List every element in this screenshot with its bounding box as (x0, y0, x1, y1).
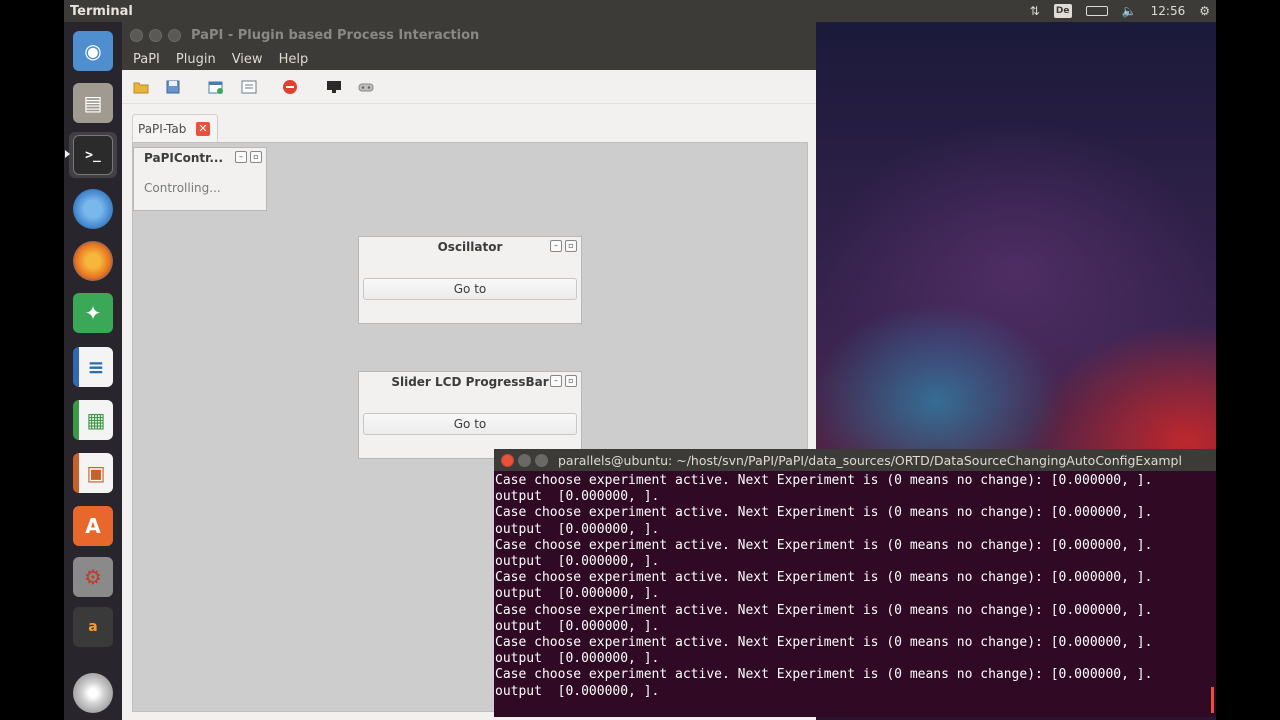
keyboard-layout-indicator[interactable]: De (1053, 4, 1072, 18)
dock-float-icon[interactable]: ▫ (565, 375, 577, 387)
terminal-minimize-button[interactable] (518, 453, 531, 467)
terminal-line: output [0.000000, ]. (495, 489, 660, 505)
dock-oscillator[interactable]: Oscillator – ▫ Go to (358, 236, 582, 324)
launcher-chromium[interactable] (69, 186, 117, 232)
calc-icon: ▦ (73, 400, 113, 440)
terminal-output[interactable]: Case choose experiment active. Next Expe… (494, 473, 1206, 700)
tab-close-icon[interactable]: ✕ (196, 122, 210, 136)
terminal-cursor (1211, 687, 1214, 713)
dock-papi-controller[interactable]: PaPIContr... – ▫ Controlling... (133, 147, 267, 211)
writer-icon: ≡ (73, 347, 113, 387)
dock-oscillator-title: Oscillator (437, 240, 503, 254)
launcher-calc[interactable]: ▦ (69, 397, 117, 443)
papi-close-button[interactable] (130, 28, 143, 42)
disk-icon (73, 673, 113, 713)
papi-toolbar (122, 70, 816, 104)
system-monitor-icon: ✦ (73, 293, 113, 333)
launcher-disk[interactable] (69, 670, 117, 716)
terminal-line: output [0.000000, ]. (495, 618, 660, 634)
overview-icon[interactable] (241, 79, 257, 95)
impress-icon: ▣ (73, 453, 113, 493)
terminal-line: output [0.000000, ]. (495, 651, 660, 667)
terminal-line: output [0.000000, ]. (495, 586, 660, 602)
slider-goto-button[interactable]: Go to (363, 413, 577, 435)
papi-minimize-button[interactable] (149, 28, 162, 42)
launcher-system-settings[interactable]: ⚙ (69, 554, 117, 600)
terminal-line: output [0.000000, ]. (495, 521, 660, 537)
dock-minimize-icon[interactable]: – (550, 375, 562, 387)
gamepad-icon[interactable] (358, 79, 374, 95)
clock[interactable]: 12:56 (1151, 4, 1186, 18)
launcher-files[interactable]: ▤ (69, 80, 117, 126)
dock-minimize-icon[interactable]: – (235, 151, 247, 163)
dock-minimize-icon[interactable]: – (550, 240, 562, 252)
monitor-icon[interactable] (326, 79, 342, 95)
active-app-title: Terminal (70, 3, 133, 19)
launcher-writer[interactable]: ≡ (69, 344, 117, 390)
terminal-maximize-button[interactable] (535, 453, 548, 467)
desktop: Terminal ⇅ De 🔈 12:56 ⚙ ◉ ▤ >_ ✦ ≡ ▦ ▣ A… (64, 0, 1216, 720)
launcher: ◉ ▤ >_ ✦ ≡ ▦ ▣ A ⚙ a (64, 22, 122, 720)
menu-papi[interactable]: PaPI (133, 52, 168, 67)
oscillator-goto-button[interactable]: Go to (363, 278, 577, 300)
save-icon[interactable] (165, 79, 181, 95)
launcher-impress[interactable]: ▣ (69, 450, 117, 496)
terminal-line: Case choose experiment active. Next Expe… (495, 473, 1153, 488)
controller-status-text: Controlling... (144, 181, 221, 195)
tab-papi-label: PaPI-Tab (138, 122, 187, 136)
chromium-icon (73, 189, 113, 229)
add-plugin-icon[interactable] (208, 79, 224, 95)
terminal-line: output [0.000000, ]. (495, 683, 660, 699)
menu-help[interactable]: Help (279, 52, 317, 67)
papi-window-title: PaPI - Plugin based Process Interaction (191, 27, 480, 43)
gear-icon[interactable]: ⚙ (1199, 4, 1210, 18)
terminal-line: Case choose experiment active. Next Expe… (495, 635, 1153, 651)
dock-slider-title: Slider LCD ProgressBar (391, 375, 549, 389)
software-center-icon: A (73, 506, 113, 546)
files-icon: ▤ (73, 83, 113, 123)
terminal-close-button[interactable] (501, 453, 514, 467)
top-panel: Terminal ⇅ De 🔈 12:56 ⚙ (64, 0, 1216, 22)
menu-plugin[interactable]: Plugin (176, 52, 224, 67)
stop-icon[interactable] (282, 79, 298, 95)
launcher-firefox[interactable] (69, 238, 117, 284)
terminal-line: Case choose experiment active. Next Expe… (495, 537, 1153, 553)
firefox-icon (73, 241, 113, 281)
settings-icon: ⚙ (73, 557, 113, 597)
launcher-dash-home[interactable]: ◉ (69, 28, 117, 74)
active-pip-icon (65, 150, 70, 158)
launcher-terminal[interactable]: >_ (65, 132, 117, 178)
network-icon[interactable]: ⇅ (1030, 4, 1040, 18)
dock-float-icon[interactable]: ▫ (250, 151, 262, 163)
papi-titlebar: PaPI - Plugin based Process Interaction (122, 22, 816, 48)
terminal-line: Case choose experiment active. Next Expe… (495, 505, 1153, 521)
menu-view[interactable]: View (232, 52, 271, 67)
ubuntu-logo-icon: ◉ (73, 31, 113, 71)
amazon-icon: a (73, 607, 113, 647)
indicator-area: ⇅ De 🔈 12:56 ⚙ (1030, 0, 1210, 22)
terminal-window[interactable]: parallels@ubuntu: ~/host/svn/PaPI/PaPI/d… (494, 449, 1216, 717)
launcher-software-center[interactable]: A (69, 503, 117, 549)
launcher-system-monitor[interactable]: ✦ (69, 290, 117, 336)
terminal-titlebar: parallels@ubuntu: ~/host/svn/PaPI/PaPI/d… (494, 449, 1216, 471)
papi-menubar: PaPI Plugin View Help (122, 48, 816, 70)
terminal-line: Case choose experiment active. Next Expe… (495, 570, 1153, 586)
dock-slider-lcd-progressbar[interactable]: Slider LCD ProgressBar – ▫ Go to (358, 371, 582, 459)
launcher-amazon[interactable]: a (69, 604, 117, 650)
terminal-title: parallels@ubuntu: ~/host/svn/PaPI/PaPI/d… (558, 452, 1182, 468)
open-folder-icon[interactable] (133, 79, 149, 95)
tab-papi[interactable]: PaPI-Tab ✕ (132, 114, 218, 142)
papi-maximize-button[interactable] (168, 28, 181, 42)
terminal-icon: >_ (73, 135, 113, 175)
terminal-line: Case choose experiment active. Next Expe… (495, 667, 1153, 683)
terminal-line: Case choose experiment active. Next Expe… (495, 602, 1153, 618)
dock-float-icon[interactable]: ▫ (565, 240, 577, 252)
terminal-line: output [0.000000, ]. (495, 554, 660, 570)
battery-icon[interactable] (1085, 6, 1108, 16)
volume-icon[interactable]: 🔈 (1122, 4, 1137, 18)
